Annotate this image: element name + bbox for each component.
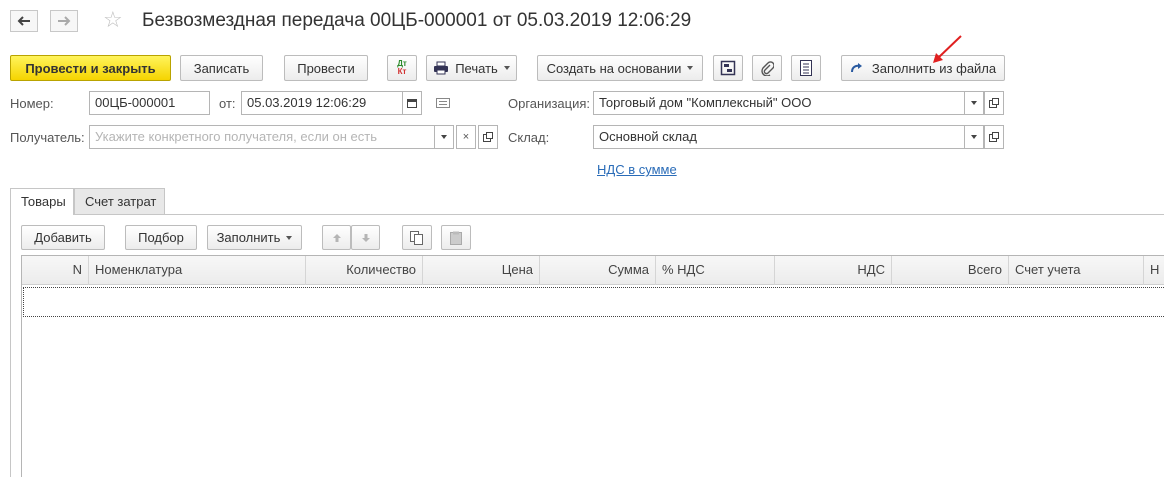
print-label: Печать	[455, 60, 498, 76]
date-field[interactable]: 05.03.2019 12:06:29	[241, 91, 403, 115]
column-header-nomenclature[interactable]: Номенклатура	[89, 256, 306, 285]
table-row[interactable]	[23, 287, 1164, 317]
fill-button[interactable]: Заполнить	[207, 225, 302, 250]
clipboard-icon	[450, 231, 462, 245]
column-header-more[interactable]: Н	[1144, 256, 1164, 285]
create-based-on-label: Создать на основании	[546, 60, 682, 76]
hierarchy-icon	[720, 60, 736, 76]
warehouse-open-button[interactable]	[984, 125, 1004, 149]
column-header-vat[interactable]: НДС	[775, 256, 892, 285]
warehouse-dropdown[interactable]	[964, 125, 984, 149]
organization-field[interactable]: Торговый дом "Комплексный" ООО	[593, 91, 965, 115]
post-and-close-button[interactable]: Провести и закрыть	[10, 55, 171, 81]
structure-button[interactable]	[713, 55, 743, 81]
warehouse-field[interactable]: Основной склад	[593, 125, 965, 149]
save-button[interactable]: Записать	[180, 55, 263, 81]
number-field[interactable]: 00ЦБ-000001	[89, 91, 210, 115]
redo-arrow-icon	[850, 63, 862, 73]
warehouse-label: Склад:	[508, 130, 550, 145]
calendar-button[interactable]	[402, 91, 422, 115]
move-down-button[interactable]	[351, 225, 380, 250]
fill-from-file-button[interactable]: Заполнить из файла	[841, 55, 1005, 81]
date-label: от:	[219, 96, 236, 111]
move-up-button[interactable]	[322, 225, 351, 250]
arrow-left-icon	[17, 16, 30, 26]
copy-button[interactable]	[402, 225, 432, 250]
chevron-down-icon	[441, 135, 447, 139]
arrow-up-icon	[332, 233, 341, 242]
organization-label: Организация:	[508, 96, 591, 111]
forward-button[interactable]	[50, 10, 78, 32]
column-header-sum[interactable]: Сумма	[540, 256, 656, 285]
table-header: N Номенклатура Количество Цена Сумма % Н…	[22, 256, 1164, 285]
chevron-down-icon	[286, 235, 293, 240]
post-button[interactable]: Провести	[284, 55, 368, 81]
recipient-open-button[interactable]	[478, 125, 498, 149]
tab-cost-account[interactable]: Счет затрат	[74, 188, 165, 214]
copy-icon	[410, 230, 423, 245]
goods-table[interactable]: N Номенклатура Количество Цена Сумма % Н…	[21, 255, 1164, 477]
create-based-on-button[interactable]: Создать на основании	[537, 55, 703, 81]
column-header-price[interactable]: Цена	[423, 256, 540, 285]
chevron-down-icon	[687, 66, 694, 70]
dt-kt-button[interactable]: Дт Кт	[387, 55, 417, 81]
annotation-arrow-icon	[933, 35, 962, 63]
chevron-down-icon	[971, 101, 977, 105]
open-window-icon	[989, 98, 999, 108]
chevron-down-icon	[503, 66, 510, 70]
organization-open-button[interactable]	[984, 91, 1004, 115]
recipient-label: Получатель:	[10, 130, 85, 145]
fill-label: Заполнить	[216, 230, 281, 245]
arrow-right-icon	[58, 16, 71, 26]
list-button[interactable]	[791, 55, 821, 81]
printer-icon	[434, 61, 449, 75]
page-title: Безвозмездная передача 00ЦБ-000001 от 05…	[142, 10, 692, 31]
favorite-star-icon[interactable]: ☆	[103, 9, 123, 31]
print-button[interactable]: Печать	[426, 55, 517, 81]
tab-goods[interactable]: Товары	[10, 188, 74, 215]
open-window-icon	[989, 132, 999, 142]
organization-dropdown[interactable]	[964, 91, 984, 115]
document-list-icon	[800, 60, 812, 76]
tab-divider	[10, 214, 1164, 215]
number-label: Номер:	[10, 96, 54, 111]
selection-button[interactable]: Подбор	[125, 225, 197, 250]
comment-icon[interactable]	[436, 98, 450, 108]
recipient-dropdown[interactable]	[434, 125, 454, 149]
calendar-icon	[407, 99, 417, 108]
attach-button[interactable]	[752, 55, 782, 81]
paperclip-icon	[761, 61, 774, 76]
vat-in-amount-link[interactable]: НДС в сумме	[597, 162, 677, 177]
column-header-n[interactable]: N	[22, 256, 89, 285]
column-header-quantity[interactable]: Количество	[306, 256, 423, 285]
back-button[interactable]	[10, 10, 38, 32]
tab-pane-border	[10, 214, 11, 477]
chevron-down-icon	[971, 135, 977, 139]
column-header-vat-rate[interactable]: % НДС	[656, 256, 775, 285]
recipient-field[interactable]: Укажите конкретного получателя, если он …	[89, 125, 435, 149]
close-icon: ×	[462, 131, 470, 143]
paste-button[interactable]	[441, 225, 471, 250]
recipient-clear-button[interactable]: ×	[456, 125, 476, 149]
column-header-total[interactable]: Всего	[892, 256, 1009, 285]
column-header-account[interactable]: Счет учета	[1009, 256, 1144, 285]
arrow-down-icon	[361, 233, 370, 242]
add-button[interactable]: Добавить	[21, 225, 105, 250]
kt-icon-label: Кт	[397, 67, 407, 76]
open-window-icon	[483, 132, 493, 142]
